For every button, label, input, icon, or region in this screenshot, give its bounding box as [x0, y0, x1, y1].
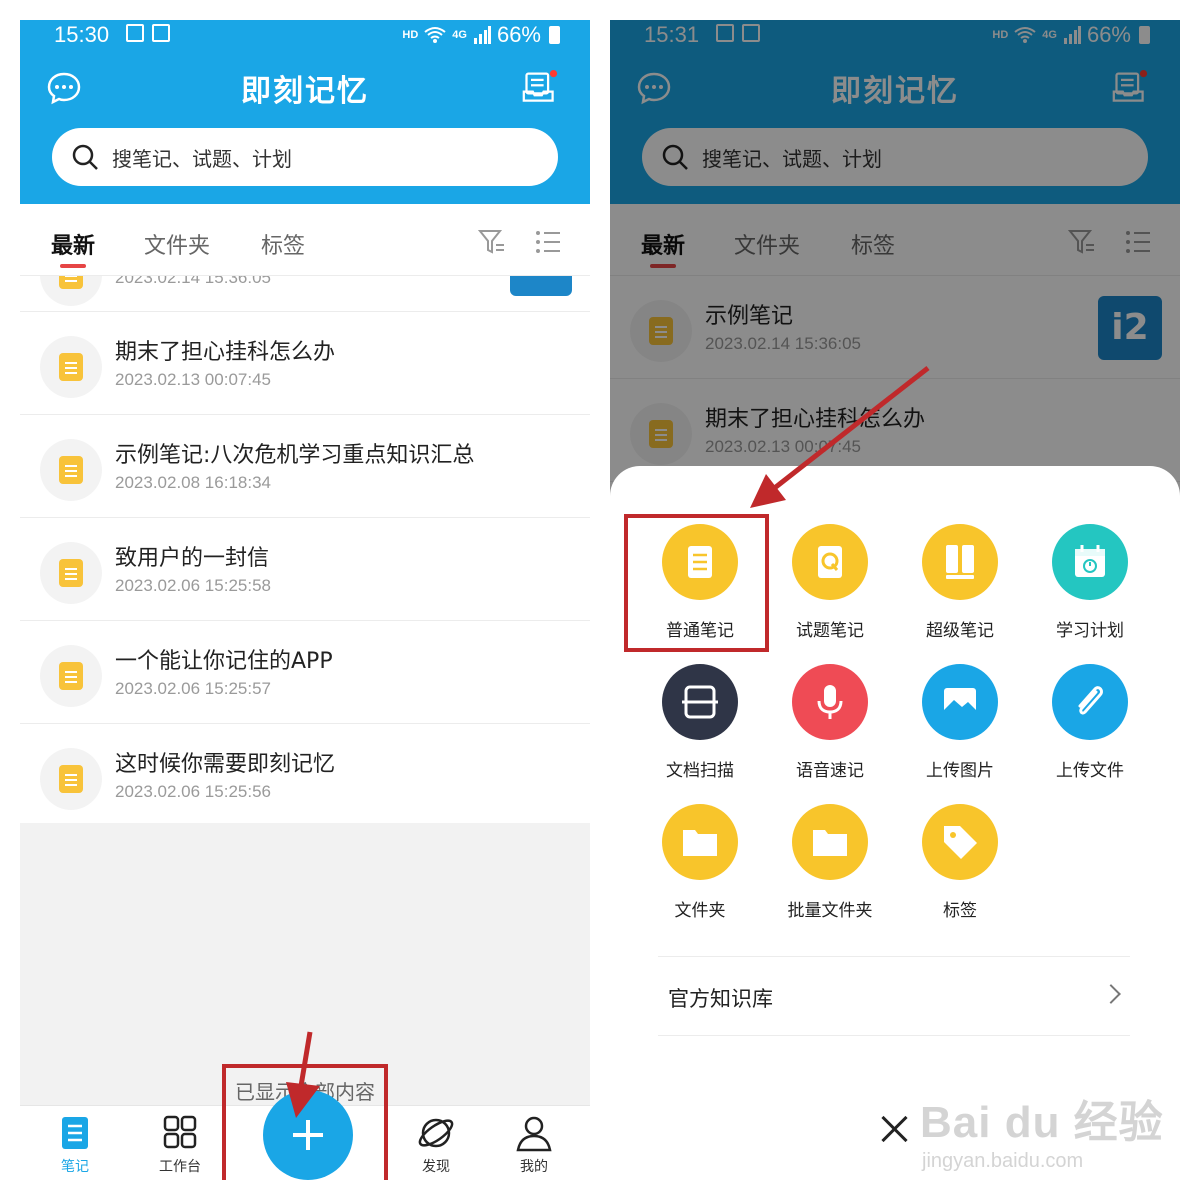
annotation-arrow [750, 366, 930, 508]
left-phone-screen: 15:30 HD 4G 66% 即刻记忆 搜笔记、试题、计划 最新 文件夹 标签 [20, 20, 590, 1180]
annotation-arrow [286, 1031, 320, 1118]
right-phone-screen: 15:31 HD 4G 66% 即刻记忆 搜笔记、试题、计划 最新 文件夹 标签 [610, 20, 1180, 1180]
